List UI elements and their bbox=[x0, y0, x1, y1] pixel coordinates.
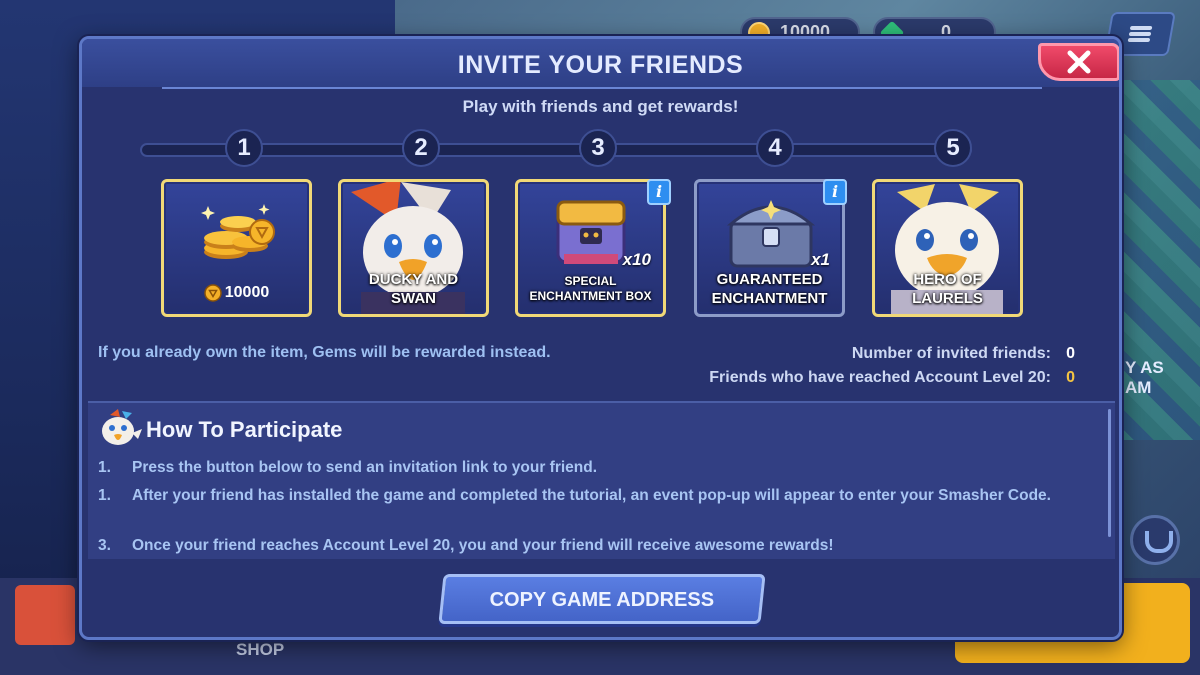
scrollbar[interactable] bbox=[1108, 409, 1111, 537]
invite-friends-modal: INVITE YOUR FRIENDS Play with friends an… bbox=[79, 36, 1122, 640]
level20-friends-stat: Friends who have reached Account Level 2… bbox=[709, 369, 1075, 387]
level20-friends-value: 0 bbox=[1066, 369, 1075, 386]
howto-step-text: Press the button below to send an invita… bbox=[132, 459, 598, 476]
gems-note: If you already own the item, Gems will b… bbox=[98, 344, 551, 361]
reward-coins-label: 10000 bbox=[224, 284, 270, 301]
invited-friends-value: 0 bbox=[1066, 345, 1075, 362]
step-number-5: 5 bbox=[934, 129, 972, 167]
background-side-label: Y AS AM bbox=[1125, 358, 1164, 397]
reward-box-label: SPECIAL ENCHANTMENT BOX bbox=[529, 274, 652, 303]
invited-friends-label: Number of invited friends: bbox=[851, 345, 1051, 362]
how-to-participate-section[interactable]: How To Participate 1. Press the button b… bbox=[88, 401, 1115, 559]
how-to-participate-title: How To Participate bbox=[146, 417, 343, 442]
reward-coins-amount: 10000 bbox=[164, 284, 309, 302]
reward-card-coins[interactable]: 10000 bbox=[161, 179, 312, 317]
howto-step-text: Once your friend reaches Account Level 2… bbox=[132, 537, 834, 554]
level20-friends-label: Friends who have reached Account Level 2… bbox=[709, 369, 1051, 386]
progress-track bbox=[140, 143, 972, 157]
reward-chest-quantity: x1 bbox=[811, 250, 830, 269]
howto-step-number: 3. bbox=[98, 537, 111, 554]
coin-pile-icon bbox=[201, 204, 275, 259]
close-icon bbox=[1067, 50, 1091, 74]
modal-title: INVITE YOUR FRIENDS bbox=[457, 51, 744, 79]
copy-game-address-label: COPY GAME ADDRESS bbox=[489, 589, 715, 611]
reward-card-ducky-and-swan[interactable]: DUCKY AND SWAN bbox=[338, 179, 489, 317]
info-icon-guaranteed-enchantment[interactable]: i bbox=[823, 179, 847, 205]
howto-step-number: 1. bbox=[98, 487, 111, 504]
modal-subtitle: Play with friends and get rewards! bbox=[462, 97, 739, 116]
copy-game-address-button[interactable]: COPY GAME ADDRESS bbox=[438, 574, 766, 624]
reward-box-quantity: x10 bbox=[622, 250, 651, 269]
background-star-tile bbox=[15, 585, 75, 645]
hamburger-icon bbox=[1127, 24, 1153, 44]
step-number-2: 2 bbox=[402, 129, 440, 167]
howto-step-number: 1. bbox=[98, 459, 111, 476]
reward-chest-label: GUARANTEED ENCHANTMENT bbox=[711, 271, 828, 307]
step-number-1: 1 bbox=[225, 129, 263, 167]
step-number-3: 3 bbox=[579, 129, 617, 167]
howto-step: 1. Press the button below to send an inv… bbox=[98, 457, 1058, 478]
step-number-4: 4 bbox=[756, 129, 794, 167]
reward-ducky-label: DUCKY AND SWAN bbox=[368, 271, 459, 307]
invited-friends-stat: Number of invited friends: 0 bbox=[852, 345, 1075, 363]
reward-card-hero-of-laurels[interactable]: HERO OF LAURELS bbox=[872, 179, 1023, 317]
gold-coin-icon bbox=[204, 284, 222, 302]
howto-step: 1. After your friend has installed the g… bbox=[98, 485, 1058, 506]
duck-mascot-icon bbox=[102, 409, 142, 445]
background-shop-label: SHOP bbox=[236, 640, 285, 659]
howto-step: 3. Once your friend reaches Account Leve… bbox=[98, 535, 1058, 556]
close-button[interactable] bbox=[1038, 43, 1119, 81]
info-icon-enchantment-box[interactable]: i bbox=[647, 179, 671, 205]
reward-card-special-enchantment-box[interactable]: x10 SPECIAL ENCHANTMENT BOX bbox=[515, 179, 666, 317]
reward-hero-label: HERO OF LAURELS bbox=[912, 271, 983, 307]
background-shield-button[interactable] bbox=[1130, 515, 1180, 565]
howto-step-text: After your friend has installed the game… bbox=[132, 487, 1051, 504]
